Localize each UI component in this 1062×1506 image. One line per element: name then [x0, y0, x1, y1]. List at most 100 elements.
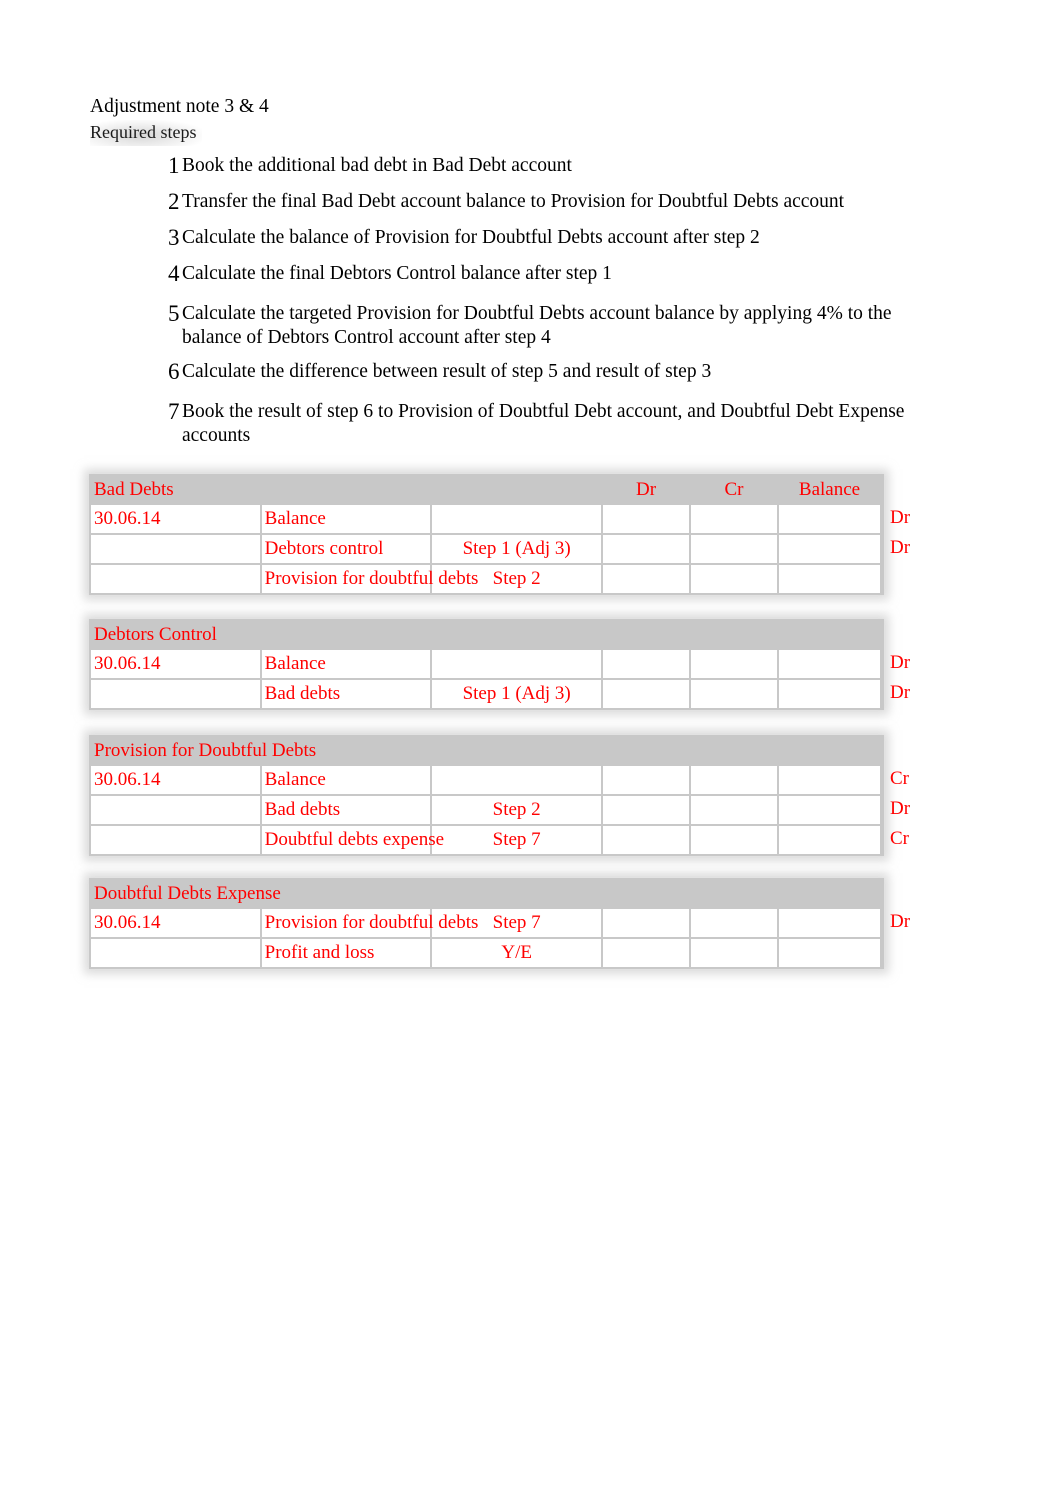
table-row: 30.06.14 Provision for doubtful debts Step… [91, 909, 910, 937]
step-text: Book the additional bad debt in Bad Debt… [182, 155, 572, 176]
ledger-cell-dr[interactable] [603, 505, 689, 533]
ledger-header-dr [603, 880, 689, 907]
ledger-cell-cr[interactable] [691, 939, 777, 967]
ledger-cell-balance[interactable] [779, 565, 880, 593]
ledger-cell-description[interactable]: Doubtful debts expense [261, 826, 444, 854]
ledger-cell-cr[interactable] [691, 826, 777, 854]
ledger-cell-dr[interactable] [603, 535, 689, 563]
ledger-cell-dr[interactable] [603, 909, 689, 937]
ledger-cell-date[interactable]: 30.06.14 [91, 650, 260, 678]
ledger-table: Doubtful Debts Expense 30.06.14 Provision … [89, 878, 910, 969]
ledger-account-name: Debtors Control [94, 624, 217, 645]
required-steps-label: Required steps [90, 120, 203, 146]
step-number: 4 [168, 261, 180, 286]
table-row: 30.06.14 Balance Dr [91, 650, 910, 678]
ledger-cell-description[interactable]: Profit and loss [261, 939, 431, 967]
ledger-header-dr: Dr [635, 479, 657, 500]
step-item: 6 Calculate the difference between result… [168, 358, 928, 385]
ledger-cell-date[interactable] [91, 796, 260, 824]
ledger-cell-cr[interactable] [691, 535, 777, 563]
ledger-cell-cr[interactable] [691, 796, 777, 824]
step-text: Calculate the final Debtors Control bala… [182, 263, 612, 284]
ledger-sign-label: Dr [890, 537, 911, 558]
ledger-header-balance [779, 880, 880, 907]
ledger-cell-dr[interactable] [603, 565, 689, 593]
ledger-sign-label: Dr [890, 682, 911, 703]
ledger-cell-cr[interactable] [691, 505, 777, 533]
required-steps-list: 1 Book the additional bad debt in Bad Deb… [168, 152, 928, 456]
step-number: 5 [168, 301, 180, 326]
ledger-header-cr [691, 880, 777, 907]
ledger-cell-step[interactable]: Step 7 [432, 826, 601, 854]
ledger-cell-step[interactable]: Step 1 (Adj 3) [432, 680, 601, 708]
ledger-cell-dr[interactable] [603, 939, 689, 967]
ledger-cell-cr[interactable] [691, 909, 777, 937]
ledger-cell-balance[interactable] [779, 796, 880, 824]
ledger-cell-description[interactable]: Balance [261, 505, 431, 533]
step-item: 5 Calculate the targeted Provision for Do… [168, 300, 928, 349]
page-title: Adjustment note 3 & 4 [90, 96, 269, 117]
ledger-cell-description[interactable]: Bad debts [261, 796, 431, 824]
ledger-cell-dr[interactable] [603, 680, 689, 708]
ledger-cell-step[interactable] [432, 766, 601, 794]
ledger-cell-balance[interactable] [779, 909, 880, 937]
ledger-cell-dr[interactable] [603, 650, 689, 678]
ledger-header-cr [691, 621, 777, 648]
ledger-cell-cr[interactable] [691, 650, 777, 678]
step-item: 4 Calculate the final Debtors Control bal… [168, 260, 928, 287]
ledger-header-balance [779, 737, 880, 764]
ledger-sign-label: Dr [890, 911, 911, 932]
step-item: 7 Book the result of step 6 to Provision … [168, 398, 928, 447]
step-number: 3 [168, 225, 180, 250]
ledger-cell-step[interactable] [432, 650, 601, 678]
ledger-cell-balance[interactable] [779, 505, 880, 533]
ledger-cell-description[interactable]: Bad debts [261, 680, 431, 708]
ledger-cell-date[interactable] [91, 565, 260, 593]
ledger-cell-cr[interactable] [691, 766, 777, 794]
ledger-cell-cr[interactable] [691, 565, 777, 593]
ledger-cell-date[interactable] [91, 826, 260, 854]
ledger-cell-balance[interactable] [779, 650, 880, 678]
ledger-cell-balance[interactable] [779, 939, 880, 967]
ledger-cell-balance[interactable] [779, 535, 880, 563]
ledger-cell-date[interactable]: 30.06.14 [91, 505, 260, 533]
table-row: Provision for doubtful debts Step 2 [91, 565, 882, 593]
ledger-cell-dr[interactable] [603, 826, 689, 854]
ledger-cell-date[interactable] [91, 535, 260, 563]
ledger-account-name: Provision for Doubtful Debts [94, 740, 317, 761]
ledger-cell-step[interactable] [432, 505, 601, 533]
ledger-header-dr [603, 621, 689, 648]
ledger-cell-dr[interactable] [603, 766, 689, 794]
ledger-header-cr: Cr [724, 479, 744, 500]
ledger-cell-balance[interactable] [779, 766, 880, 794]
ledger-cell-description[interactable]: Balance [261, 650, 431, 678]
ledger-cell-balance[interactable] [779, 680, 880, 708]
table-row: Profit and loss Y/E [91, 939, 882, 967]
ledger-cell-step[interactable]: Step 1 (Adj 3) [432, 535, 601, 563]
step-number: 1 [168, 153, 180, 178]
ledger-cell-date[interactable] [91, 680, 260, 708]
step-number: 7 [168, 399, 180, 424]
ledger-header-row: Debtors Control [91, 621, 882, 648]
ledger-cell-description[interactable]: Balance [261, 766, 431, 794]
ledger-cell-date[interactable]: 30.06.14 [91, 766, 260, 794]
ledger-cell-balance[interactable] [779, 826, 880, 854]
ledger-cell-description[interactable]: Provision for doubtful debts [261, 565, 478, 593]
ledger-cell-step[interactable]: Step 2 [432, 796, 601, 824]
ledger-cell-cr[interactable] [691, 680, 777, 708]
ledger-cell-step[interactable]: Y/E [432, 939, 601, 967]
table-row: Doubtful debts expense Step 7 Cr [91, 826, 909, 854]
step-number: 6 [168, 359, 180, 384]
document-page: Adjustment note 3 & 4 Required steps 1 Bo… [0, 0, 1062, 1506]
ledger-sign-label: Dr [890, 798, 911, 819]
ledger-table-bad-debts: Bad Debts Dr Cr Balance 30.06.14 Balance Dr Deb… [89, 474, 910, 595]
ledger-table-provision-for-doubtful-debts: Provision for Doubtful Debts 30.06.14 Bala… [89, 735, 910, 856]
ledger-cell-description[interactable]: Provision for doubtful debts [261, 909, 478, 937]
ledger-cell-description[interactable]: Debtors control [261, 535, 431, 563]
step-item: 1 Book the additional bad debt in Bad Deb… [168, 152, 928, 179]
ledger-cell-date[interactable] [91, 939, 260, 967]
ledger-header-row: Doubtful Debts Expense [91, 880, 882, 907]
ledger-cell-date[interactable]: 30.06.14 [91, 909, 260, 937]
ledger-table: Bad Debts Dr Cr Balance 30.06.14 Balance Dr Deb… [89, 474, 910, 595]
ledger-cell-dr[interactable] [603, 796, 689, 824]
